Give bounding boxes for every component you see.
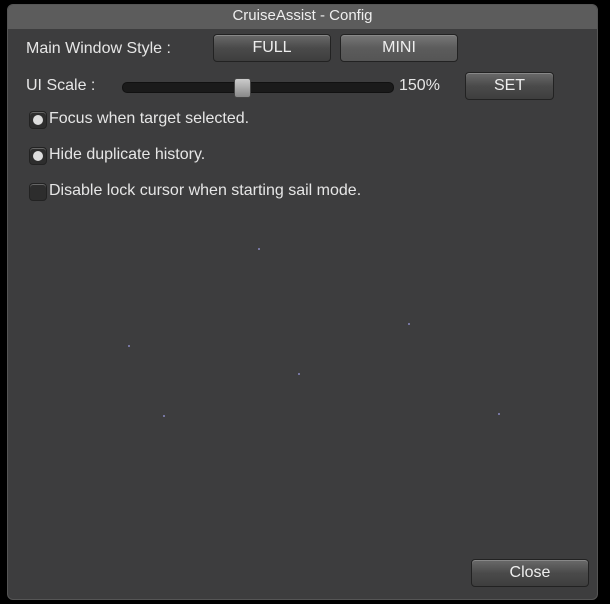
ui-scale-slider[interactable] [122, 78, 394, 98]
ui-scale-label: UI Scale : [26, 77, 96, 94]
star [298, 373, 300, 375]
star [498, 413, 500, 415]
disable-lock-cursor-checkbox[interactable] [29, 183, 47, 201]
star [408, 323, 410, 325]
focus-option-label[interactable]: Focus when target selected. [49, 110, 249, 128]
star [258, 248, 260, 250]
slider-thumb[interactable] [233, 78, 251, 98]
focus-checkbox[interactable] [29, 111, 47, 129]
close-button[interactable]: Close [471, 559, 589, 587]
full-style-button[interactable]: FULL [213, 34, 331, 62]
set-button[interactable]: SET [465, 72, 554, 100]
disable-lock-cursor-option-label[interactable]: Disable lock cursor when starting sail m… [49, 182, 361, 200]
hide-duplicate-checkbox[interactable] [29, 147, 47, 165]
star [163, 415, 165, 417]
window-title[interactable]: CruiseAssist - Config [8, 5, 597, 29]
star [128, 345, 130, 347]
hide-duplicate-option-label[interactable]: Hide duplicate history. [49, 146, 205, 164]
mini-style-button[interactable]: MINI [340, 34, 458, 62]
ui-scale-value: 150% [399, 77, 440, 94]
config-window: CruiseAssist - Config Main Window Style … [7, 4, 598, 600]
main-window-style-label: Main Window Style : [26, 40, 171, 57]
